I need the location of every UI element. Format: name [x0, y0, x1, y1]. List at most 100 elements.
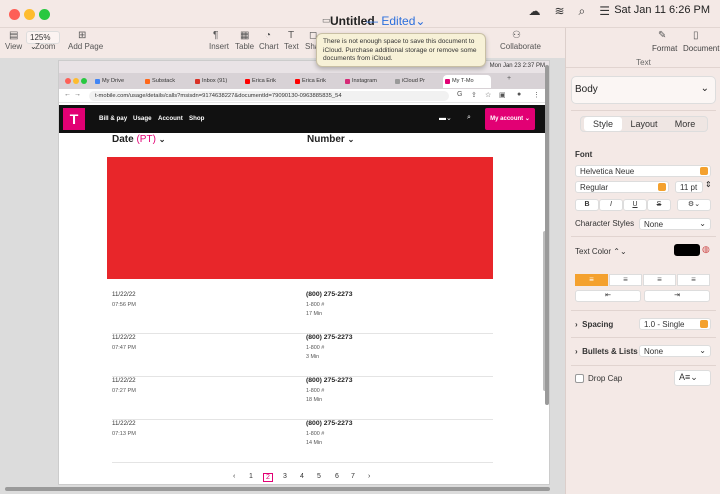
spacing-value: 1.0 - Single [644, 320, 685, 329]
number-column-header: Number ⌄ [307, 134, 354, 145]
document-tab[interactable]: Document [683, 44, 719, 53]
align-right-button[interactable]: ≡ [643, 274, 676, 286]
strikethrough-button[interactable]: S [647, 199, 671, 211]
paragraph-style-select[interactable]: Body ⌄ [571, 76, 716, 104]
favicon-icon [395, 79, 400, 84]
bullets-select[interactable]: None ⌄ [639, 345, 711, 357]
close-window-button[interactable] [9, 9, 20, 20]
zoom-window-button[interactable] [39, 9, 50, 20]
font-size-stepper-icon[interactable]: ⇕ [705, 180, 712, 189]
decrease-indent-button[interactable]: ⇤ [575, 290, 641, 302]
pagination-page: 6 [335, 473, 339, 480]
add-page-button[interactable]: Add Page [68, 42, 103, 51]
browser-tab-label: My T-Mo [452, 78, 474, 84]
pasted-screenshot-image[interactable]: Mon Jan 23 2:37 PM My Drive Substack Inbox… [58, 60, 550, 485]
spacing-label[interactable]: › Spacing [575, 320, 613, 329]
call-time: 07:13 PM [112, 431, 136, 437]
character-styles-select[interactable]: None ⌄ [639, 218, 711, 230]
control-center-icon[interactable]: ☰ [599, 4, 610, 19]
browser-menu-icon: ⋮ [533, 92, 540, 99]
more-tab[interactable]: More [666, 117, 704, 131]
text-button[interactable]: Text [284, 42, 299, 51]
call-type: 1-800 # [306, 431, 325, 437]
collaborate-button[interactable]: Collaborate [500, 42, 541, 51]
minimize-window-button[interactable] [24, 9, 35, 20]
layout-tab[interactable]: Layout [624, 117, 664, 131]
view-label[interactable]: View [5, 42, 22, 51]
insert-button[interactable]: Insert [209, 42, 229, 51]
table-button[interactable]: Table [235, 42, 254, 51]
character-styles-label: Character Styles [575, 219, 635, 228]
font-weight-select[interactable]: Regular [575, 181, 669, 193]
wifi-icon[interactable]: ≋ [554, 4, 564, 19]
call-time: 07:27 PM [112, 388, 136, 394]
drop-cap-style-select[interactable]: A≡⌄ [674, 370, 711, 386]
divider [571, 365, 716, 366]
underline-button[interactable]: U [623, 199, 647, 211]
nav-link-usage: Usage [133, 115, 152, 122]
disclosure-icon: › [575, 347, 578, 356]
browser-tab-label: Erica Erik [302, 78, 326, 84]
table-icon[interactable]: ▦ [240, 30, 249, 41]
increase-indent-button[interactable]: ⇥ [644, 290, 710, 302]
divider [571, 110, 716, 111]
browser-tab-label: Inbox (91) [202, 78, 228, 84]
call-number: (800) 275-2273 [306, 334, 353, 341]
drop-cap-checkbox[interactable] [575, 374, 584, 383]
extensions-icon: ▣ [499, 92, 506, 99]
search-icon[interactable]: ⌕ [579, 4, 586, 19]
edited-status[interactable]: — Edited⌄ [366, 14, 425, 28]
text-color-label: Text Color ⌃⌄ [575, 247, 627, 256]
favicon-icon [245, 79, 250, 84]
call-type: 1-800 # [306, 345, 325, 351]
call-row: 11/22/22 07:27 PM (800) 275-2273 1-800 #… [112, 377, 493, 420]
bold-button[interactable]: B [575, 199, 599, 211]
bullets-lists-label[interactable]: › Bullets & Lists [575, 347, 638, 356]
format-tab[interactable]: Format [652, 44, 677, 53]
favicon-icon [295, 79, 300, 84]
tmobile-logo: T [63, 108, 85, 130]
star-icon: ☆ [485, 92, 492, 99]
chevron-down-icon: ⌄ [700, 83, 709, 94]
font-family-select[interactable]: Helvetica Neue [575, 165, 711, 177]
color-wheel-icon[interactable]: ◍ [702, 244, 710, 255]
text-color-swatch[interactable] [674, 244, 700, 256]
call-time: 07:56 PM [112, 302, 136, 308]
divider [571, 310, 716, 311]
call-duration: 3 Min [306, 354, 320, 360]
window-titlebar: ▭ Untitled — Edited⌄ ☁ ≋ ⌕ ☰ Sat Jan 11 … [0, 0, 720, 28]
align-center-button[interactable]: ≡ [609, 274, 642, 286]
align-left-button[interactable]: ≡ [575, 274, 608, 286]
add-page-icon[interactable]: ⊞ [78, 30, 86, 41]
disclosure-icon: › [575, 320, 578, 329]
sidebar-view-icon[interactable]: ▤ [9, 30, 18, 41]
favicon-icon [195, 79, 200, 84]
document-icon[interactable]: ▯ [693, 30, 699, 41]
pagination-page: 4 [300, 473, 304, 480]
call-date: 11/22/22 [112, 334, 136, 341]
browser-tab: Instagram [343, 75, 391, 88]
call-duration: 14 Min [306, 440, 323, 446]
date-column-header: Date (PT) ⌄ [112, 134, 165, 145]
text-icon[interactable]: T [288, 30, 294, 41]
status-chevron-icon: ⌄ [415, 14, 426, 28]
canvas-horizontal-scrollbar[interactable] [5, 487, 550, 491]
justify-button[interactable]: ≡ [677, 274, 710, 286]
paintbrush-icon[interactable]: ✎ [658, 30, 666, 41]
italic-button[interactable]: I [599, 199, 623, 211]
font-size-field[interactable]: 11 pt [675, 181, 703, 193]
text-options-button[interactable]: ⚙⌄ [677, 199, 711, 211]
menubar-clock[interactable]: Sat Jan 11 6:26 PM [614, 4, 710, 16]
insert-icon[interactable]: ¶ [213, 30, 218, 41]
nav-link-account: Account [158, 115, 183, 122]
style-tab[interactable]: Style [584, 117, 622, 131]
cloud-icon[interactable]: ☁ [528, 4, 540, 19]
chart-icon[interactable]: ◔ [265, 30, 271, 41]
date-column-label: Date [112, 134, 134, 145]
chart-button[interactable]: Chart [259, 42, 279, 51]
collaborate-icon[interactable]: ⚇ [512, 30, 521, 41]
canvas-vertical-scrollbar[interactable] [545, 65, 549, 405]
tmobile-navbar: T Bill & pay Usage Account Shop ▬⌄ ⌕ My … [59, 105, 549, 133]
spacing-select[interactable]: 1.0 - Single [639, 318, 711, 330]
favicon-icon [445, 79, 450, 84]
